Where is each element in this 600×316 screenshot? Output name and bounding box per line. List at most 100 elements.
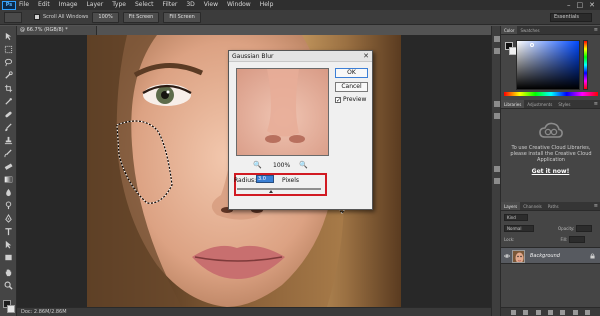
tab-adjustments[interactable]: Adjustments: [524, 100, 555, 108]
fill-screen-button[interactable]: Fill Screen: [163, 11, 201, 23]
scroll-all-windows-label: Scroll All Windows: [43, 14, 89, 20]
collapsed-panels-bar: [491, 26, 501, 316]
layer-name[interactable]: Background: [530, 253, 560, 259]
menu-edit[interactable]: Edit: [38, 0, 50, 10]
rectangle-tool-icon[interactable]: [4, 253, 13, 262]
tab-styles[interactable]: Styles: [555, 100, 573, 108]
panel-menu-icon[interactable]: ≡: [594, 202, 598, 210]
tab-layers[interactable]: Layers: [501, 202, 521, 210]
fill-input[interactable]: [569, 235, 586, 243]
radius-slider[interactable]: [237, 188, 321, 190]
radius-slider-thumb[interactable]: [268, 190, 273, 193]
dodge-tool-icon[interactable]: [4, 201, 13, 210]
preview-label: Preview: [343, 96, 367, 103]
panel-menu-icon[interactable]: ≡: [594, 26, 598, 34]
eyedropper-tool-icon[interactable]: [4, 97, 13, 106]
cancel-button[interactable]: Cancel: [335, 82, 368, 92]
menu-select[interactable]: Select: [135, 0, 154, 10]
history-panel-icon[interactable]: [494, 36, 500, 42]
quick-selection-tool-icon[interactable]: [4, 71, 13, 80]
close-icon[interactable]: ✕: [363, 52, 369, 60]
workspace-select[interactable]: Essentials: [550, 13, 592, 22]
blur-tool-icon[interactable]: [4, 188, 13, 197]
color-ramp[interactable]: [504, 92, 598, 96]
opacity-input[interactable]: [576, 224, 593, 232]
new-layer-icon[interactable]: [572, 309, 578, 315]
blend-mode-select[interactable]: Normal: [504, 224, 534, 232]
scroll-all-windows-checkbox[interactable]: [34, 14, 40, 20]
lasso-tool-icon[interactable]: [4, 58, 13, 67]
document-tab[interactable]: @ 66.7% (RGB/8) *: [17, 26, 97, 35]
brush-tool-icon[interactable]: [4, 123, 13, 132]
panel-menu-icon[interactable]: ≡: [594, 100, 598, 108]
zoom-out-icon[interactable]: 🔍: [253, 161, 262, 169]
layer-row-background[interactable]: Background: [501, 247, 600, 264]
clone-stamp-tool-icon[interactable]: [4, 136, 13, 145]
minimize-icon[interactable]: –: [567, 1, 571, 9]
lock-icon: [590, 253, 595, 259]
zoom-in-icon[interactable]: 🔍: [299, 161, 308, 169]
menu-file[interactable]: File: [19, 0, 29, 10]
lock-row: Lock: Fill:: [504, 235, 597, 243]
tab-libraries[interactable]: Libraries: [501, 100, 525, 108]
delete-layer-icon[interactable]: [585, 309, 591, 315]
radius-unit: Pixels: [282, 177, 300, 184]
character-panel-icon[interactable]: [494, 166, 500, 172]
saturation-brightness-field[interactable]: [516, 40, 580, 90]
paragraph-panel-icon[interactable]: [494, 178, 500, 184]
tab-paths[interactable]: Paths: [545, 202, 562, 210]
move-tool-icon[interactable]: [4, 32, 13, 41]
add-mask-icon[interactable]: [535, 309, 541, 315]
background-color-swatch[interactable]: [7, 305, 15, 313]
hue-slider[interactable]: [583, 40, 588, 90]
visibility-eye-icon[interactable]: [504, 253, 510, 259]
preview-checkbox[interactable]: ✓: [335, 97, 341, 104]
gradient-tool-icon[interactable]: [4, 175, 13, 184]
menu-view[interactable]: View: [204, 0, 218, 10]
panel-dock: Color Swatches ≡ Libraries Adjustments S…: [501, 26, 600, 316]
maximize-icon[interactable]: □: [577, 1, 584, 9]
eraser-tool-icon[interactable]: [4, 162, 13, 171]
layer-thumbnail: [512, 250, 525, 263]
radius-input[interactable]: 3.0: [256, 175, 274, 183]
tab-color[interactable]: Color: [501, 26, 518, 34]
adjustment-layer-icon[interactable]: [547, 309, 553, 315]
layer-style-icon[interactable]: [523, 309, 529, 315]
menu-window[interactable]: Window: [227, 0, 251, 10]
ok-button[interactable]: OK: [335, 68, 368, 78]
menu-3d[interactable]: 3D: [186, 0, 194, 10]
status-bar: Doc: 2.86M/2.86M: [17, 307, 491, 316]
lock-label: Lock:: [504, 236, 515, 242]
history-brush-tool-icon[interactable]: [4, 149, 13, 158]
layer-filter-row: Kind: [504, 213, 597, 221]
menu-help[interactable]: Help: [260, 0, 274, 10]
blur-preview[interactable]: [236, 68, 329, 156]
preview-zoom-value: 100%: [273, 162, 291, 169]
marquee-tool-icon[interactable]: [4, 45, 13, 54]
hand-tool-preset-icon[interactable]: [4, 11, 22, 23]
link-layers-icon[interactable]: [510, 309, 516, 315]
brush-panel-icon[interactable]: [494, 101, 500, 107]
fit-screen-button[interactable]: Fit Screen: [122, 11, 160, 23]
pen-tool-icon[interactable]: [4, 214, 13, 223]
type-tool-icon[interactable]: [4, 227, 13, 236]
menu-filter[interactable]: Filter: [163, 0, 178, 10]
menu-layer[interactable]: Layer: [86, 0, 103, 10]
kind-filter-select[interactable]: Kind: [504, 213, 528, 221]
get-it-now-link[interactable]: Get it now!: [501, 168, 600, 175]
crop-tool-icon[interactable]: [4, 84, 13, 93]
path-selection-tool-icon[interactable]: [4, 240, 13, 249]
zoom-100-button[interactable]: 100%: [92, 11, 119, 23]
new-group-icon[interactable]: [560, 309, 566, 315]
healing-brush-tool-icon[interactable]: [4, 110, 13, 119]
clone-source-panel-icon[interactable]: [494, 113, 500, 119]
color-picker-cursor[interactable]: [530, 43, 534, 47]
tab-swatches[interactable]: Swatches: [517, 26, 542, 34]
properties-panel-icon[interactable]: [494, 48, 500, 54]
close-window-icon[interactable]: ✕: [589, 1, 595, 9]
zoom-tool-icon[interactable]: [4, 281, 13, 290]
menu-image[interactable]: Image: [59, 0, 78, 10]
hand-tool-icon[interactable]: [4, 268, 13, 277]
menu-type[interactable]: Type: [112, 0, 126, 10]
tab-channels[interactable]: Channels: [520, 202, 545, 210]
